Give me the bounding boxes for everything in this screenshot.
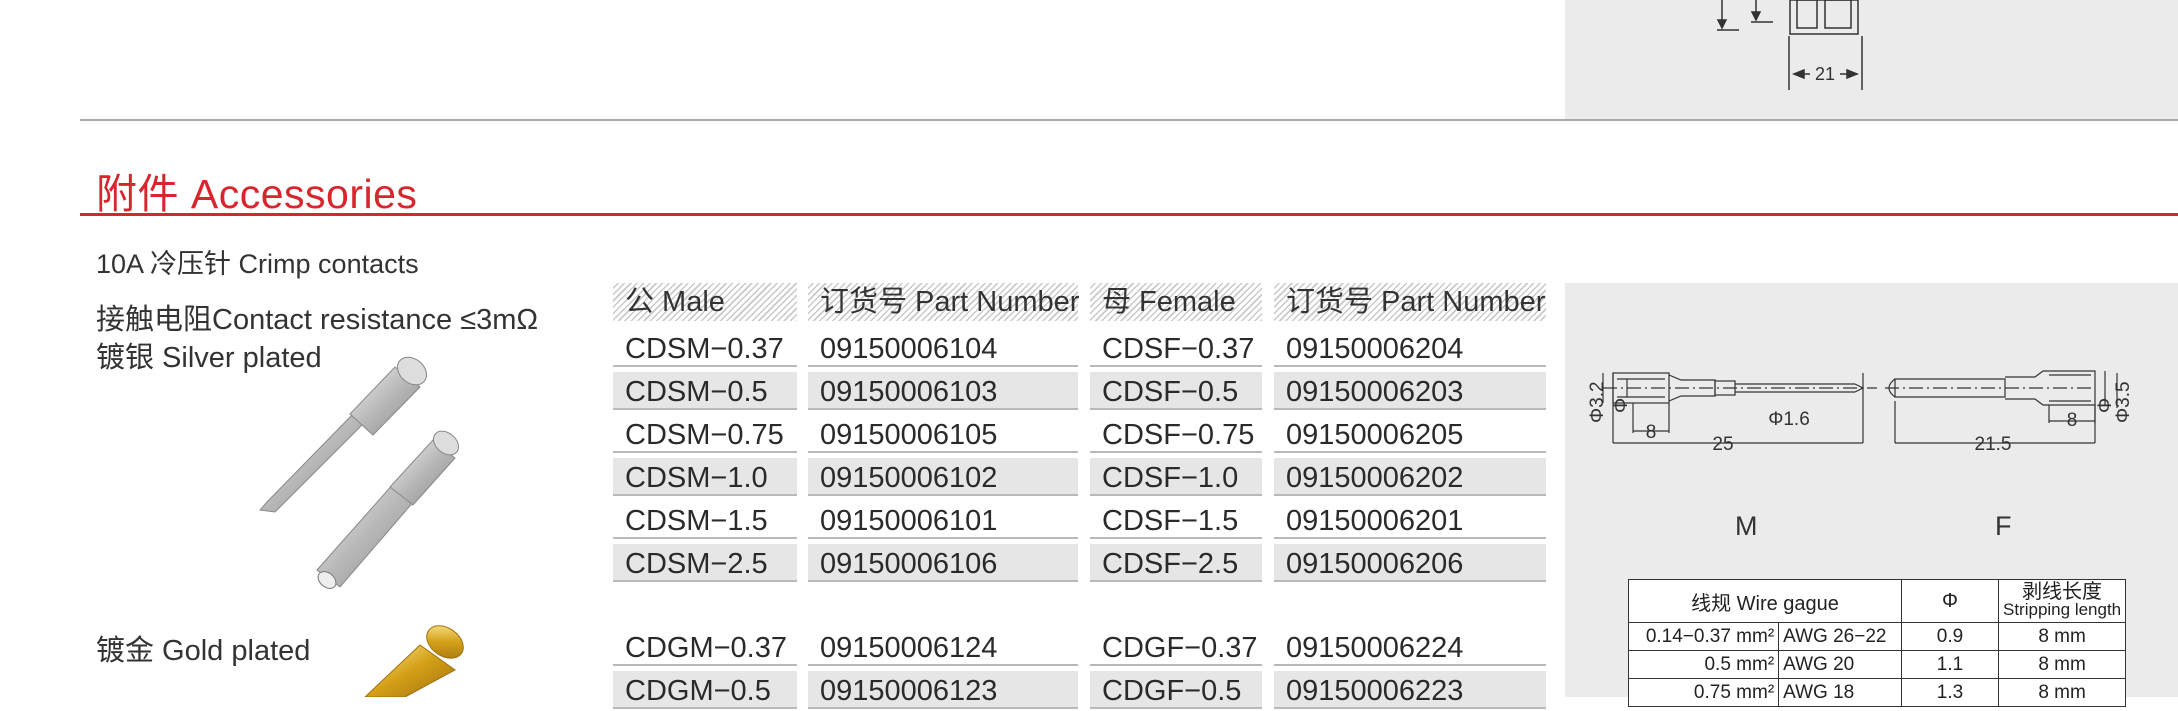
section-title-en: Accessories [190,171,418,217]
wire-size-cell: 0.75 mm² [1627,678,1780,707]
table-cell-female-part: CDSF−0.5 [1090,372,1262,410]
female-outer-diameter: Φ3.5 [2113,381,2134,423]
awg-cell: AWG 18 [1778,678,1902,707]
female-pin-silver [316,430,460,589]
female-length-21-5: 21.5 [1975,434,2012,455]
table-cell-female-part: CDSF−1.5 [1090,501,1262,539]
table-cell-female-part: CDSF−0.75 [1090,415,1262,453]
top-technical-drawing: 21 [1716,0,1863,90]
table-cell-female-part-number: 09150006206 [1274,544,1546,582]
male-diameter-mark: Φ [1611,398,1632,413]
male-pin-drawing [1602,372,1877,444]
diameter-cell: 1.3 [1901,678,1999,707]
diameter-cell: 1.1 [1901,650,1999,679]
table-cell-male-part: CDSM−2.5 [613,544,797,582]
table-cell-male-part-number: 09150006123 [808,671,1078,709]
diameter-cell: 0.9 [1901,622,1999,651]
awg-cell: AWG 20 [1778,650,1902,679]
table-cell-female-part: CDSF−0.37 [1090,329,1262,367]
section-title-cn: 附件 [96,171,179,217]
header-female: 母 Female [1090,283,1262,321]
table-cell-male-part: CDSM−0.5 [613,372,797,410]
female-pin-drawing [1885,370,2118,444]
diameter-header: Φ [1901,579,1999,623]
strip-length-cell: 8 mm [1997,622,2127,651]
table-cell-male-part: CDSM−1.5 [613,501,797,539]
table-cell-female-part: CDSF−2.5 [1090,544,1262,582]
gold-contact-image [364,625,464,697]
wire-gauge-header: 线规 Wire gague [1628,579,1902,623]
stripping-length-en: Stripping length [2003,600,2122,619]
male-pin-diameter: Φ1.6 [1768,409,1810,430]
section-title: 附件 Accessories [96,160,417,220]
contact-resistance-note: 接触电阻Contact resistance ≤3mΩ [96,304,539,336]
table-cell-male-part-number: 09150006106 [808,544,1078,582]
table-cell-male-part: CDSM−1.0 [613,458,797,496]
strip-length-cell: 8 mm [1997,650,2127,679]
table-cell-female-part-number: 09150006203 [1274,372,1546,410]
table-cell-male-part: CDGM−0.37 [613,628,797,666]
header-male: 公 Male [613,283,797,321]
table-cell-female-part-number: 09150006201 [1274,501,1546,539]
table-cell-male-part-number: 09150006101 [808,501,1078,539]
table-cell-female-part: CDGF−0.5 [1090,671,1262,709]
wire-table-row: 0.5 mm² AWG 20 1.1 8 mm [1627,650,2127,679]
male-length-25: 25 [1712,434,1733,455]
strip-length-cell: 8 mm [1997,678,2127,707]
table-cell-male-part: CDGM−0.5 [613,671,797,709]
silver-contacts-image [259,356,460,589]
wire-size-cell: 0.14−0.37 mm² [1627,622,1780,651]
wire-table-body: 0.14−0.37 mm² AWG 26−22 0.9 8 mm 0.5 mm² AWG … [1627,622,2127,707]
table-cell-female-part-number: 09150006224 [1274,628,1546,666]
table-cell-male-part-number: 09150006102 [808,458,1078,496]
table-cell-female-part: CDSF−1.0 [1090,458,1262,496]
wire-size-cell: 0.5 mm² [1627,650,1780,679]
table-cell-male-part: CDSM−0.37 [613,329,797,367]
table-cell-female-part-number: 09150006223 [1274,671,1546,709]
gold-plated-label: 镀金 Gold plated [96,635,311,667]
male-length-8: 8 [1646,422,1657,443]
table-cell-male-part-number: 09150006104 [808,329,1078,367]
subsection-title: 10A 冷压针 Crimp contacts [96,249,419,279]
header-part-number-female: 订货号 Part Number [1274,283,1546,321]
awg-cell: AWG 26−22 [1778,622,1902,651]
male-drawing-label: M [1735,511,1758,541]
female-length-8: 8 [2067,410,2078,431]
wire-table-row: 0.75 mm² AWG 18 1.3 8 mm [1627,678,2127,707]
header-part-number-male: 订货号 Part Number [808,283,1079,321]
table-cell-male-part-number: 09150006124 [808,628,1078,666]
wire-table-header: 线规 Wire gague Φ 剥线长度 Stripping length [1628,579,2127,623]
stripping-length-cn: 剥线长度 [2022,581,2103,603]
top-drawing-panel: 21 [1565,0,2178,120]
table-cell-female-part: CDGF−0.37 [1090,628,1262,666]
top-dimension-label: 21 [1815,64,1835,84]
wire-table-row: 0.14−0.37 mm² AWG 26−22 0.9 8 mm [1627,622,2127,651]
table-cell-female-part-number: 09150006202 [1274,458,1546,496]
wire-gauge-table: 线规 Wire gague Φ 剥线长度 Stripping length 0.… [1627,579,2127,707]
section-divider-gray [80,119,2178,121]
section-divider-red [80,213,2178,216]
table-cell-male-part-number: 09150006105 [808,415,1078,453]
table-cell-male-part-number: 09150006103 [808,372,1078,410]
female-drawing-label: F [1995,511,2012,541]
male-outer-diameter: Φ3.2 [1587,381,1608,423]
stripping-length-header: 剥线长度 Stripping length [1997,579,2127,623]
table-cell-male-part: CDSM−0.75 [613,415,797,453]
table-cell-female-part-number: 09150006204 [1274,329,1546,367]
table-cell-female-part-number: 09150006205 [1274,415,1546,453]
